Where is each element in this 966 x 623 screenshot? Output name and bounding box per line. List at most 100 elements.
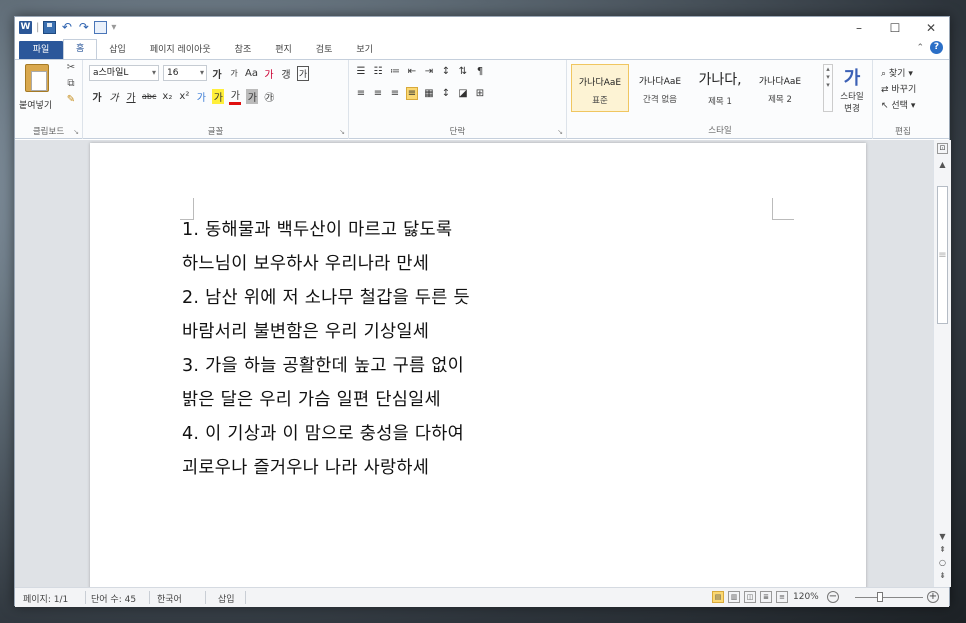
scroll-up-icon[interactable]: ▲ — [934, 160, 951, 169]
style-normal[interactable]: 가나다AaE 표준 — [571, 64, 629, 112]
line-spacing-icon[interactable]: ↕ — [440, 88, 452, 99]
strikethrough-icon[interactable]: abc — [142, 92, 156, 101]
sort-icon[interactable]: ⇅ — [457, 66, 469, 77]
justify-icon[interactable]: ≡ — [406, 87, 418, 100]
underline-icon[interactable]: 가 — [125, 89, 137, 104]
align-center-icon[interactable]: ≡ — [372, 88, 384, 99]
italic-icon[interactable]: 가 — [108, 89, 120, 104]
outline-view-icon[interactable]: ≣ — [760, 591, 772, 603]
page-count[interactable]: 페이지: 1/1 — [23, 592, 68, 605]
phonetic-guide-icon[interactable]: 갱 — [280, 66, 292, 81]
print-preview-icon[interactable] — [94, 21, 108, 34]
zoom-slider[interactable] — [855, 597, 923, 598]
show-marks-icon[interactable]: ¶ — [474, 66, 486, 77]
style-heading2[interactable]: 가나다AaE 제목 2 — [751, 64, 809, 112]
highlight-icon[interactable]: 가 — [212, 88, 225, 104]
char-shading-icon[interactable]: 가 — [246, 88, 259, 104]
copy-icon[interactable]: ⧉ — [65, 78, 77, 90]
borders-icon[interactable]: ⊞ — [474, 88, 486, 99]
close-button[interactable]: ✕ — [913, 17, 949, 39]
minimize-button[interactable]: – — [841, 17, 877, 39]
decrease-indent-icon[interactable]: ⇤ — [406, 66, 418, 77]
char-border-icon[interactable]: 가 — [296, 66, 309, 81]
tab-view[interactable]: 보기 — [344, 41, 385, 59]
paste-icon[interactable] — [25, 64, 49, 92]
asian-layout-icon[interactable]: ↕ — [440, 66, 452, 77]
numbering-icon[interactable]: ☷ — [372, 66, 384, 77]
style-no-spacing[interactable]: 가나다AaE 간격 없음 — [631, 64, 689, 112]
style-name: 제목 1 — [708, 97, 732, 107]
font-launcher-icon[interactable]: ↘ — [339, 128, 345, 136]
save-icon[interactable] — [43, 21, 57, 34]
web-layout-view-icon[interactable]: ◫ — [744, 591, 756, 603]
font-color-icon[interactable]: 가 — [229, 87, 242, 105]
zoom-out-button[interactable]: − — [827, 591, 839, 603]
prev-page-icon[interactable]: ⇞ — [934, 545, 951, 554]
zoom-slider-thumb[interactable] — [877, 592, 883, 602]
collapse-ribbon-icon[interactable]: ⌃ — [916, 43, 924, 53]
font-name-select[interactable]: a스마일L ▾ — [89, 65, 159, 81]
font-size-select[interactable]: 16 ▾ — [163, 65, 207, 81]
tab-page-layout[interactable]: 페이지 레이아웃 — [138, 41, 223, 59]
insert-mode-indicator[interactable]: 삽입 — [218, 592, 235, 605]
tab-file[interactable]: 파일 — [19, 41, 63, 59]
help-icon[interactable]: ? — [930, 41, 943, 54]
document-body[interactable]: 1. 동해물과 백두산이 마르고 닳도록 하느님이 보우하사 우리나라 만세 2… — [182, 213, 470, 485]
distribute-icon[interactable]: ▦ — [423, 88, 435, 99]
zoom-in-button[interactable]: + — [927, 591, 939, 603]
qat-customize-icon[interactable]: ▾ — [111, 22, 116, 33]
text-effect-icon[interactable]: 가 — [195, 89, 207, 104]
paragraph-launcher-icon[interactable]: ↘ — [557, 128, 563, 136]
subscript-icon[interactable]: x₂ — [161, 91, 173, 102]
tab-review[interactable]: 검토 — [304, 41, 345, 59]
superscript-icon[interactable]: x² — [178, 91, 190, 102]
word-window: W | ↶ ↷ ▾ – ☐ ✕ 파일 홈 삽입 페이지 레이아웃 참조 편지 검… — [14, 16, 951, 607]
replace-button[interactable]: ⇄ 바꾸기 — [881, 82, 916, 95]
browse-object-icon[interactable]: ○ — [934, 558, 951, 567]
quick-access-toolbar: W | ↶ ↷ ▾ — [19, 21, 116, 34]
shading-icon[interactable]: ◪ — [457, 88, 469, 99]
change-styles-button[interactable]: 가 스타일 변경 — [836, 64, 868, 114]
undo-icon[interactable]: ↶ — [60, 21, 73, 34]
style-name: 제목 2 — [768, 95, 792, 105]
redo-icon[interactable]: ↷ — [77, 21, 90, 34]
draft-view-icon[interactable]: ≡ — [776, 591, 788, 603]
print-layout-view-icon[interactable]: ▤ — [712, 591, 724, 603]
bullets-icon[interactable]: ☰ — [355, 66, 367, 77]
document-line: 밝은 달은 우리 가슴 일편 단심일세 — [182, 390, 441, 410]
multilevel-list-icon[interactable]: ≔ — [389, 66, 401, 77]
paste-button-label[interactable]: 붙여넣기 — [19, 98, 52, 111]
zoom-level[interactable]: 120% — [793, 592, 819, 602]
scroll-down-icon[interactable]: ▼ — [934, 532, 951, 541]
enclose-char-icon[interactable]: ㉮ — [263, 89, 275, 104]
change-case-icon[interactable]: Aa — [245, 68, 258, 79]
ruler-toggle-icon[interactable]: ⊡ — [937, 143, 948, 154]
clear-format-icon[interactable]: 가 — [263, 66, 275, 81]
clipboard-launcher-icon[interactable]: ↘ — [73, 128, 79, 136]
full-screen-view-icon[interactable]: ▥ — [728, 591, 740, 603]
increase-indent-icon[interactable]: ⇥ — [423, 66, 435, 77]
format-painter-icon[interactable]: ✎ — [65, 94, 77, 106]
select-button[interactable]: ↖ 선택 ▾ — [881, 98, 915, 111]
maximize-button[interactable]: ☐ — [877, 17, 913, 39]
cut-icon[interactable]: ✂ — [65, 62, 77, 74]
font-size-value: 16 — [167, 68, 179, 78]
next-page-icon[interactable]: ⇟ — [934, 571, 951, 580]
align-left-icon[interactable]: ≡ — [355, 88, 367, 99]
style-gallery-scroll[interactable]: ▴ ▾ ▾ — [823, 64, 833, 112]
vertical-scrollbar[interactable]: ⊡ ▲ ≡ ▼ ⇞ ○ ⇟ — [933, 140, 951, 587]
word-logo-icon[interactable]: W — [19, 21, 32, 34]
tab-insert[interactable]: 삽입 — [97, 41, 138, 59]
align-right-icon[interactable]: ≡ — [389, 88, 401, 99]
document-page[interactable]: 1. 동해물과 백두산이 마르고 닳도록 하느님이 보우하사 우리나라 만세 2… — [90, 143, 866, 587]
tab-mailings[interactable]: 편지 — [263, 41, 304, 59]
bold-icon[interactable]: 가 — [91, 89, 103, 104]
tab-home[interactable]: 홈 — [63, 39, 98, 59]
style-heading1[interactable]: 가나다, 제목 1 — [691, 64, 749, 112]
grow-font-icon[interactable]: 가 — [211, 66, 223, 81]
shrink-font-icon[interactable]: 가 — [228, 68, 240, 79]
find-button[interactable]: ⌕ 찾기 ▾ — [881, 66, 913, 79]
tab-references[interactable]: 참조 — [223, 41, 264, 59]
word-count[interactable]: 단어 수: 45 — [91, 592, 136, 605]
language-indicator[interactable]: 한국어 — [157, 592, 182, 605]
